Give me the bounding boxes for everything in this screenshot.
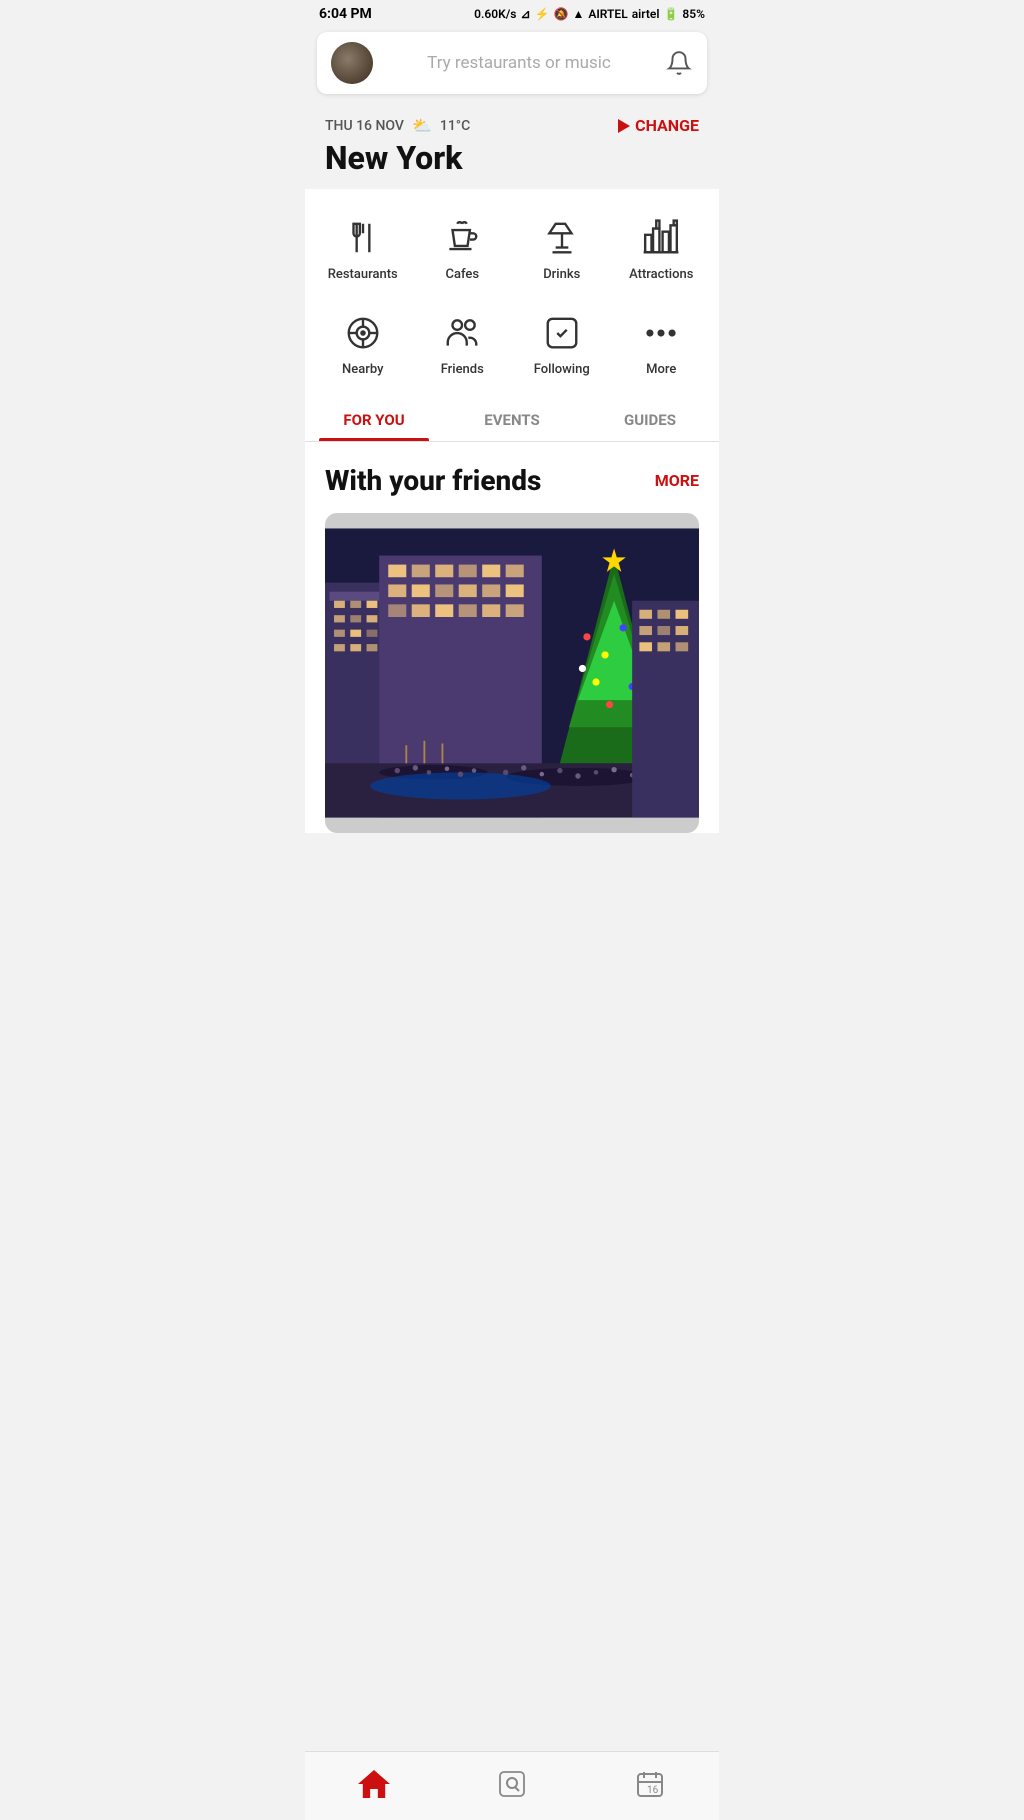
location-arrow-icon xyxy=(618,119,630,133)
more-icon xyxy=(638,310,684,356)
nearby-icon xyxy=(340,310,386,356)
carrier1: AIRTEL xyxy=(588,7,627,21)
category-drinks-label: Drinks xyxy=(543,267,580,282)
nav-calendar[interactable]: 16 xyxy=(625,1764,675,1804)
temperature: 11°C xyxy=(440,118,470,134)
bluetooth-icon: ⚡ xyxy=(535,7,550,21)
category-more-label: More xyxy=(646,362,676,377)
category-cafes[interactable]: Cafes xyxy=(415,207,511,290)
location-section: THU 16 NOV ⛅ 11°C CHANGE New York xyxy=(305,100,719,187)
friends-section-header: With your friends MORE xyxy=(325,464,699,497)
friends-icon xyxy=(439,310,485,356)
network-speed: 0.60K/s xyxy=(474,7,516,21)
battery-level: 85% xyxy=(682,7,705,21)
search-icon xyxy=(496,1768,528,1800)
signal-icon: ⊿ xyxy=(520,7,530,21)
drinks-icon xyxy=(539,215,585,261)
attractions-icon xyxy=(638,215,684,261)
category-more[interactable]: More xyxy=(614,302,710,385)
tab-guides[interactable]: GUIDES xyxy=(581,395,719,441)
category-attractions[interactable]: Attractions xyxy=(614,207,710,290)
change-location-button[interactable]: CHANGE xyxy=(618,116,699,135)
tab-for-you[interactable]: FOR YOU xyxy=(305,395,443,441)
home-icon xyxy=(358,1770,390,1798)
mute-icon: 🔕 xyxy=(554,7,569,21)
cafe-icon xyxy=(439,215,485,261)
nav-home[interactable] xyxy=(349,1764,399,1804)
weather-icon: ⛅ xyxy=(412,116,432,135)
user-avatar[interactable] xyxy=(331,42,373,84)
category-nearby-label: Nearby xyxy=(342,362,383,377)
friends-more-link[interactable]: MORE xyxy=(655,471,699,490)
battery-icon: 🔋 xyxy=(663,7,678,21)
main-content: With your friends MORE xyxy=(305,442,719,833)
category-grid: Restaurants Cafes xyxy=(305,189,719,395)
friends-section-title: With your friends xyxy=(325,464,541,497)
status-bar: 6:04 PM 0.60K/s ⊿ ⚡ 🔕 ▲ AIRTEL airtel 🔋 … xyxy=(305,0,719,26)
category-nearby[interactable]: Nearby xyxy=(315,302,411,385)
carrier2: airtel xyxy=(632,7,660,21)
category-friends-label: Friends xyxy=(441,362,484,377)
search-bar[interactable]: Try restaurants or music xyxy=(317,32,707,94)
tab-events[interactable]: EVENTS xyxy=(443,395,581,441)
category-drinks[interactable]: Drinks xyxy=(514,207,610,290)
date-weather: THU 16 NOV ⛅ 11°C xyxy=(325,116,470,135)
calendar-icon: 16 xyxy=(634,1768,666,1800)
status-time: 6:04 PM xyxy=(319,6,372,22)
svg-text:16: 16 xyxy=(647,1785,659,1796)
category-restaurants[interactable]: Restaurants xyxy=(315,207,411,290)
status-right: 0.60K/s ⊿ ⚡ 🔕 ▲ AIRTEL airtel 🔋 85% xyxy=(474,7,705,21)
restaurant-icon xyxy=(340,215,386,261)
bottom-nav: 16 xyxy=(305,1751,719,1820)
tabs-bar: FOR YOU EVENTS GUIDES xyxy=(305,395,719,442)
search-placeholder[interactable]: Try restaurants or music xyxy=(373,53,665,73)
category-attractions-label: Attractions xyxy=(629,267,693,282)
change-label: CHANGE xyxy=(635,116,699,135)
category-cafes-label: Cafes xyxy=(445,267,479,282)
city-name: New York xyxy=(325,139,699,177)
location-date-row: THU 16 NOV ⛅ 11°C CHANGE xyxy=(325,116,699,135)
date: THU 16 NOV xyxy=(325,118,404,134)
notification-bell-icon[interactable] xyxy=(665,49,693,77)
wifi-icon: ▲ xyxy=(572,7,584,21)
friends-image-card[interactable] xyxy=(325,513,699,833)
following-icon xyxy=(539,310,585,356)
category-restaurants-label: Restaurants xyxy=(328,267,398,282)
nav-search[interactable] xyxy=(487,1764,537,1804)
category-following-label: Following xyxy=(534,362,590,377)
category-following[interactable]: Following xyxy=(514,302,610,385)
category-friends[interactable]: Friends xyxy=(415,302,511,385)
